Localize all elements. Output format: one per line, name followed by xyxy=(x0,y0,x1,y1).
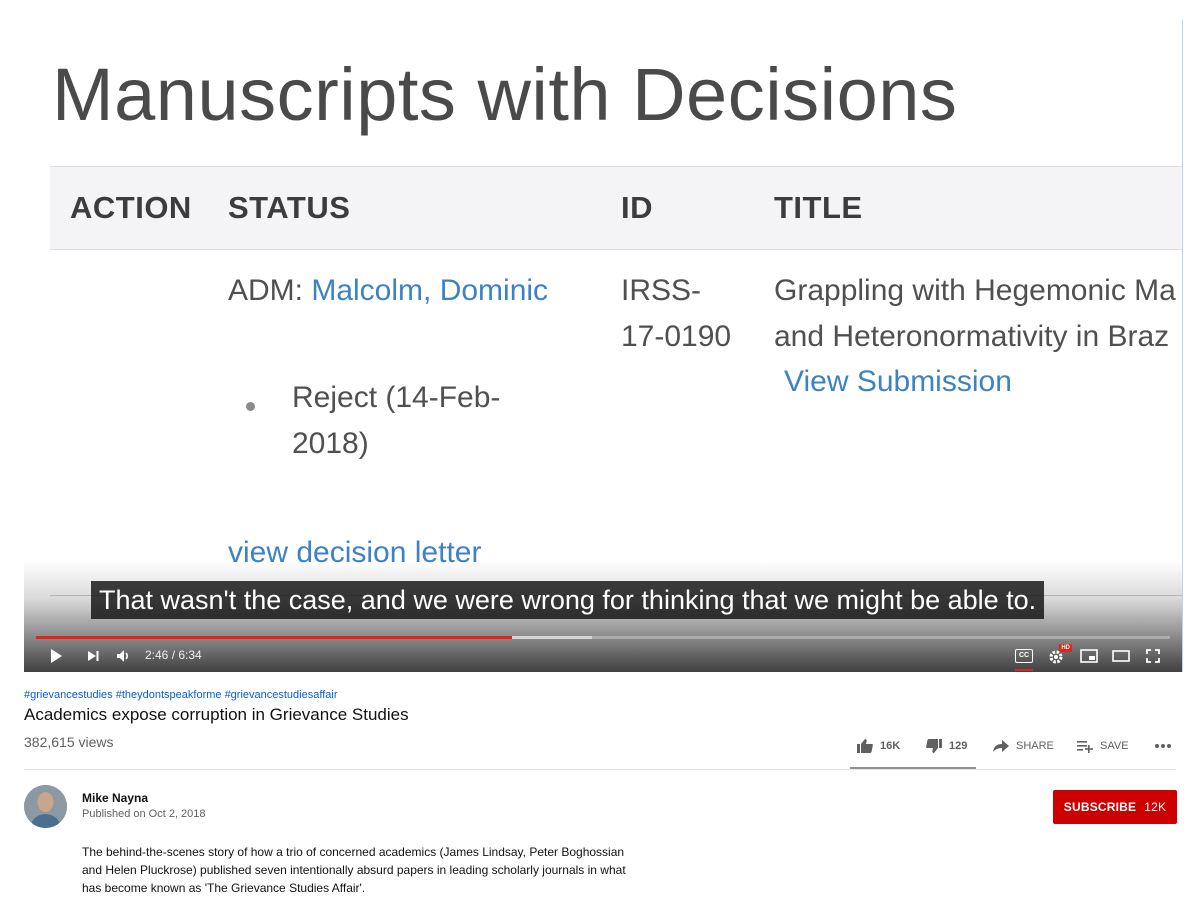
avatar-image xyxy=(24,785,67,828)
play-icon xyxy=(51,649,62,663)
next-button[interactable] xyxy=(81,644,105,668)
subscribe-label: SUBSCRIBE xyxy=(1063,800,1137,814)
frame-status-name: Malcolm, Dominic xyxy=(311,274,549,307)
frame-status-line: ADM: Malcolm, Dominic xyxy=(228,268,548,314)
theater-button[interactable] xyxy=(1109,644,1133,668)
publish-date: Published on Oct 2, 2018 xyxy=(82,808,206,820)
sidebar-edge xyxy=(1182,20,1200,672)
frame-table-header xyxy=(50,166,1182,250)
fullscreen-button[interactable] xyxy=(1141,644,1165,668)
share-arrow-icon xyxy=(993,740,1009,752)
channel-name[interactable]: Mike Nayna xyxy=(82,791,148,805)
frame-decision-line2: 2018) xyxy=(292,427,369,460)
divider xyxy=(24,769,1176,770)
subscriber-count: 12K xyxy=(1144,800,1167,814)
miniplayer-icon xyxy=(1080,649,1098,663)
frame-col-status: STATUS xyxy=(228,190,351,225)
video-description: The behind-the-scenes story of how a tri… xyxy=(82,845,626,895)
playlist-add-icon xyxy=(1077,741,1093,753)
frame-status-prefix: ADM: xyxy=(228,274,312,307)
subscribe-button[interactable]: SUBSCRIBE 12K xyxy=(1053,790,1177,824)
share-button[interactable]: SHARE xyxy=(992,736,1054,756)
frame-decision-line1: Reject (14-Feb- xyxy=(292,381,501,414)
like-button[interactable]: 16K xyxy=(856,736,900,756)
theater-icon xyxy=(1112,650,1130,662)
like-count: 16K xyxy=(880,740,901,752)
view-count: 382,615 views xyxy=(24,734,114,750)
more-actions-button[interactable] xyxy=(1154,736,1172,756)
frame-decision-bullet xyxy=(246,402,255,411)
progress-played xyxy=(36,636,513,639)
cc-icon: CC xyxy=(1015,649,1033,663)
hd-badge: HD xyxy=(1059,644,1072,652)
cc-active-indicator xyxy=(1015,669,1033,671)
time-display: 2:46 / 6:34 xyxy=(145,648,202,662)
channel-avatar[interactable] xyxy=(24,785,67,828)
video-title: Academics expose corruption in Grievance… xyxy=(24,705,409,724)
frame-id-line2: 17-0190 xyxy=(621,320,732,353)
next-icon xyxy=(88,651,99,661)
fullscreen-icon xyxy=(1146,649,1160,663)
frame-col-action: ACTION xyxy=(70,190,192,225)
frame-title-line2: and Heteronormativity in Braz xyxy=(774,320,1170,353)
progress-bar[interactable] xyxy=(36,636,1170,639)
save-label: SAVE xyxy=(1100,740,1129,752)
frame-id-line1: IRSS- xyxy=(621,274,702,307)
save-button[interactable]: SAVE xyxy=(1076,736,1129,756)
share-label: SHARE xyxy=(1016,740,1054,752)
captions-button[interactable]: CC xyxy=(1012,644,1036,671)
frame-title-line1: Grappling with Hegemonic Ma xyxy=(774,274,1176,307)
caption-text: That wasn't the case, and we were wrong … xyxy=(91,581,1045,619)
video-player[interactable]: Manuscripts with Decisions ACTION STATUS… xyxy=(24,0,1182,672)
dislike-count: 129 xyxy=(949,740,968,752)
thumbs-down-icon xyxy=(926,739,942,753)
settings-button[interactable]: HD xyxy=(1044,644,1072,668)
frame-heading: Manuscripts with Decisions xyxy=(52,53,958,136)
miniplayer-button[interactable] xyxy=(1077,644,1101,668)
play-button[interactable] xyxy=(44,644,68,668)
frame-col-id: ID xyxy=(621,190,653,225)
hashtags[interactable]: #grievancestudies #theydontspeakforme #g… xyxy=(24,689,338,701)
frame-col-title: TITLE xyxy=(774,190,863,225)
dislike-button[interactable]: 129 xyxy=(925,736,967,756)
volume-icon xyxy=(117,650,129,662)
frame-view-submission-link: View Submission xyxy=(784,365,1012,398)
volume-button[interactable] xyxy=(112,644,136,668)
more-horizontal-icon xyxy=(1155,744,1171,748)
thumbs-up-icon xyxy=(857,739,873,753)
